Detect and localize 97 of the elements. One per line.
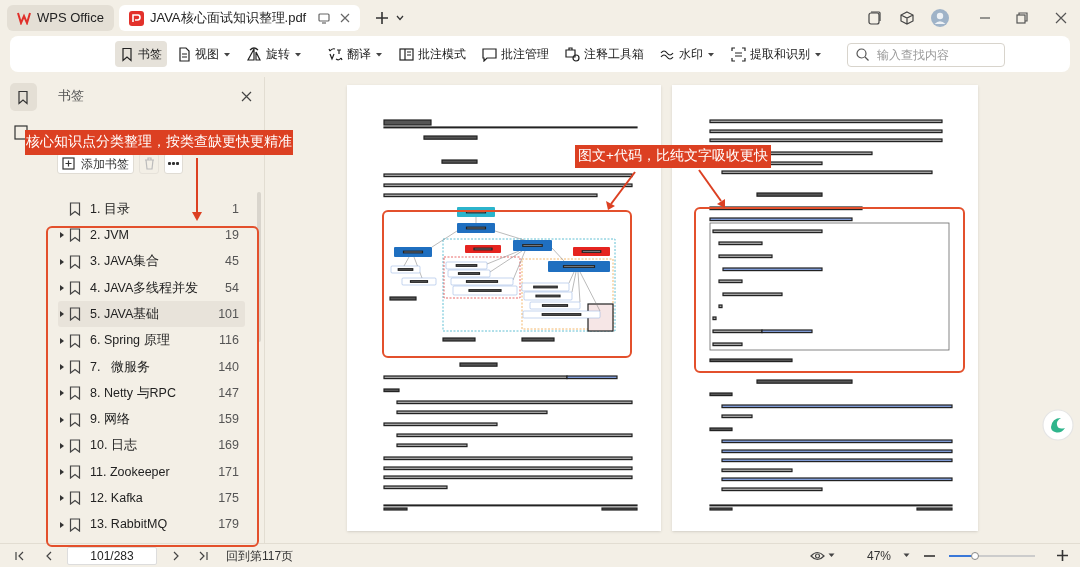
bookmark-item[interactable]: 11. Zookeeper 171 xyxy=(58,458,245,486)
document-icon xyxy=(178,46,191,62)
expand-icon[interactable] xyxy=(60,442,64,449)
expand-icon[interactable] xyxy=(60,258,64,265)
wps-logo-icon xyxy=(17,11,31,25)
bookmark-icon xyxy=(69,202,81,217)
search-icon xyxy=(856,47,869,61)
toolbar-button[interactable]: 翻译 xyxy=(323,41,388,67)
toolbar-button[interactable]: 批注管理 xyxy=(477,41,554,67)
toolbar-button[interactable]: 提取和识别 xyxy=(726,41,827,67)
previous-icon[interactable] xyxy=(46,550,52,561)
panel-title: 书签 xyxy=(58,87,84,106)
bookmark-icon xyxy=(69,281,81,296)
zoom-value: 47% xyxy=(866,547,891,565)
bookmark-icon xyxy=(69,386,81,401)
bookmark-icon xyxy=(69,228,81,243)
back-link[interactable]: 回到第117页 xyxy=(226,546,294,565)
bookmark-item[interactable]: 5. JAVA基础 101 xyxy=(58,301,245,328)
bookmark-icon xyxy=(16,89,30,105)
bookmark-icon xyxy=(69,359,81,374)
bookmark-icon xyxy=(69,333,81,348)
bookmark-icon xyxy=(120,46,134,62)
arrow xyxy=(192,157,202,221)
toolbar-button[interactable]: 旋转 xyxy=(242,41,307,67)
bookmark-item[interactable]: 6. Spring 原理 116 xyxy=(58,327,245,354)
expand-icon[interactable] xyxy=(60,469,64,476)
toolbar-button[interactable]: 书签 xyxy=(115,41,167,67)
zoom-out-icon[interactable] xyxy=(924,554,935,557)
bookmark-icon xyxy=(69,307,81,322)
eye-icon[interactable] xyxy=(809,550,825,561)
toolbar-button[interactable]: 注释工具箱 xyxy=(560,41,649,67)
last-page-icon[interactable] xyxy=(199,550,208,561)
close-icon[interactable] xyxy=(241,90,252,102)
bookmark-item[interactable]: 3. JAVA集合 45 xyxy=(58,248,245,275)
assistant-icon[interactable] xyxy=(1042,409,1074,441)
rotate-icon xyxy=(247,46,262,62)
bookmark-item[interactable]: 10. 日志 169 xyxy=(58,432,245,459)
toolbox-icon xyxy=(565,46,580,62)
bookmark-item[interactable]: 12. Kafka 175 xyxy=(58,485,245,512)
bookmark-item[interactable]: 7. 微服务 140 xyxy=(58,353,245,381)
toolbar-button[interactable]: 水印 xyxy=(655,41,720,67)
expand-icon[interactable] xyxy=(60,232,64,239)
caret-icon[interactable] xyxy=(903,553,910,558)
bookmark-item[interactable]: 2. JVM 19 xyxy=(58,222,245,249)
translate-icon xyxy=(328,46,343,62)
more-button[interactable] xyxy=(164,153,183,174)
expand-icon[interactable] xyxy=(60,311,64,318)
tab[interactable]: JAVA核心面试知识整理.pdf xyxy=(118,5,361,31)
comment-icon xyxy=(482,46,497,62)
bookmark-tab[interactable] xyxy=(9,83,37,111)
expand-icon[interactable] xyxy=(60,390,64,397)
cube-icon[interactable] xyxy=(900,11,914,25)
add-icon xyxy=(62,157,75,170)
bookmark-item[interactable]: 8. Netty 与RPC 147 xyxy=(58,380,245,407)
add-tab-icon[interactable] xyxy=(375,11,390,25)
first-page-icon[interactable] xyxy=(15,550,24,561)
toolbar-button[interactable]: 视图 xyxy=(173,41,236,67)
close-icon[interactable] xyxy=(340,13,351,23)
bookmark-icon xyxy=(69,517,81,532)
trash-icon xyxy=(143,157,155,170)
bookmark-item[interactable]: 1. 目录 1 xyxy=(58,196,245,223)
expand-icon[interactable] xyxy=(60,337,64,344)
slider-thumb[interactable] xyxy=(970,551,979,560)
expand-icon[interactable] xyxy=(60,285,64,292)
close-icon[interactable] xyxy=(1055,12,1067,24)
restore-icon[interactable] xyxy=(1016,12,1028,24)
bookmark-item[interactable]: 4. JAVA多线程并发 54 xyxy=(58,274,245,302)
scan-icon xyxy=(731,46,746,62)
bookmark-icon xyxy=(69,465,81,480)
columns-icon xyxy=(399,46,414,62)
screen-icon[interactable] xyxy=(318,12,331,24)
bookmark-item[interactable]: 9. 网络 159 xyxy=(58,406,245,433)
toolbar-button[interactable]: 批注模式 xyxy=(394,41,471,67)
expand-icon[interactable] xyxy=(60,521,64,528)
callout-banner: 图文+代码，比纯文字吸收更快 xyxy=(575,145,771,168)
caret-icon[interactable] xyxy=(827,553,835,558)
tab[interactable]: WPS Office xyxy=(7,5,114,31)
next-icon[interactable] xyxy=(173,550,179,561)
search-field[interactable]: 输入查找内容 xyxy=(847,43,1005,67)
bookmark-icon xyxy=(69,438,81,453)
expand-icon[interactable] xyxy=(60,363,64,370)
add-bookmark-button[interactable]: 添加书签 xyxy=(57,153,134,174)
bookmark-icon xyxy=(69,412,81,427)
zoom-in-icon[interactable] xyxy=(1057,550,1068,561)
bookmark-icon xyxy=(69,491,81,506)
zoom-slider[interactable] xyxy=(949,554,1035,557)
chevron-icon[interactable] xyxy=(396,15,405,21)
bookmark-item[interactable]: 13. RabbitMQ 179 xyxy=(58,511,245,538)
more-icon xyxy=(168,162,179,165)
window-icon[interactable] xyxy=(867,11,881,25)
expand-icon[interactable] xyxy=(60,416,64,423)
arrow xyxy=(698,169,725,208)
expand-icon[interactable] xyxy=(60,495,64,502)
pdf-file-icon xyxy=(128,10,144,26)
bookmark-icon xyxy=(69,254,81,269)
callout-banner: 核心知识点分类整理，按类查缺更快更精准 xyxy=(25,130,293,155)
arrow xyxy=(606,171,636,210)
